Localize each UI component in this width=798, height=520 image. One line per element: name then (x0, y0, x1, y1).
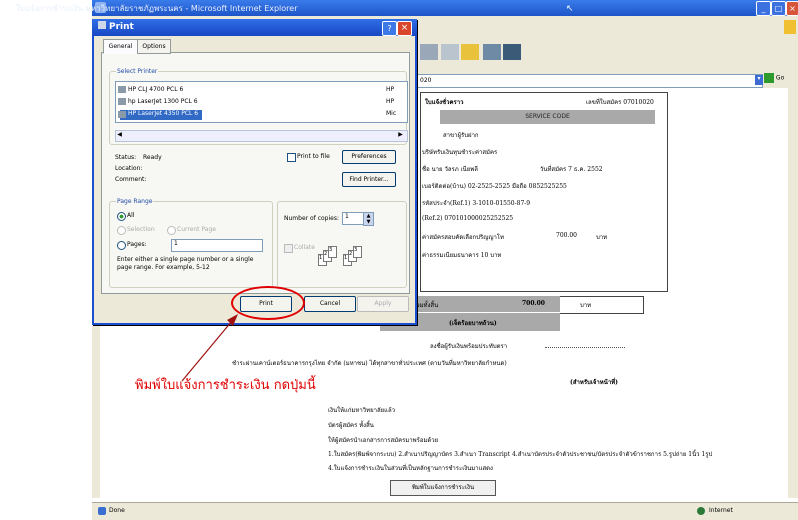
mouse-cursor-icon: ↖ (566, 4, 574, 14)
date-line: วันที่สมัคร 7 ธ.ค. 2552 (540, 166, 603, 173)
printer-item-right[interactable]: Mic (386, 110, 396, 117)
note-1: เงินให้แก่มหาวิทยาลัยแล้ว (328, 407, 396, 414)
page-range-label: Page Range (116, 198, 154, 205)
collate-checkbox[interactable] (284, 244, 293, 253)
invoice-heading: ใบแจ้งชั่วคราว (425, 99, 464, 106)
printer-item-right[interactable]: HP (386, 86, 394, 93)
range-all-label: All (127, 212, 135, 219)
select-printer-label: Select Printer (116, 68, 159, 75)
total-unit: บาท (580, 302, 592, 309)
printer-icon (118, 111, 126, 118)
fee-unit: บาท (596, 234, 608, 241)
messenger-icon[interactable] (503, 44, 521, 60)
company-line: บริษัทรับเงินทุนชำระค่าสมัคร (422, 149, 498, 156)
printer-icon (98, 21, 106, 29)
status-value: Ready (143, 154, 162, 161)
dialog-close-icon[interactable]: × (397, 21, 412, 36)
cancel-button[interactable]: Cancel (304, 296, 356, 312)
dialog-title: Print (98, 21, 134, 32)
bank-fee-line: ค่าธรรมเนียมธนาคาร 10 บาท (422, 252, 502, 259)
branch-label: สาขาผู้รับฝาก (443, 132, 479, 139)
note-3: ให้ผู้สมัครนำเอกสารการสมัครมาพร้อมด้วย (328, 437, 439, 444)
collate-pages-icon: 1 2 3 1 2 3 (318, 246, 362, 270)
range-pages-label: Pages: (127, 241, 147, 248)
note-5: 4.ใบแจ้งการชำระเงินในส่วนที่เป็นหลักฐานก… (328, 465, 493, 472)
total-amount: 700.00 (522, 300, 545, 307)
preferences-button[interactable]: Preferences (342, 150, 396, 164)
copies-label: Number of copies: (284, 215, 339, 222)
printer-icon (118, 98, 126, 105)
tab-general[interactable]: General (103, 39, 138, 54)
printer-item-right[interactable]: HP (386, 98, 394, 105)
service-code-header: SERVICE CODE (440, 110, 655, 124)
folder-icon[interactable] (461, 44, 479, 60)
location-label: Location: (115, 165, 143, 172)
close-icon[interactable]: × (786, 1, 798, 16)
range-current-radio[interactable] (167, 226, 176, 235)
printer-item[interactable]: HP CLJ 4700 PCL 6 (128, 86, 183, 93)
go-button[interactable]: Go (764, 73, 794, 87)
print-to-file-label: Print to file (297, 153, 330, 160)
received-by: ลงชื่อผู้รับเงินพร้อมประทับตรา (430, 343, 508, 350)
windows-logo-icon (784, 20, 796, 34)
range-current-label: Current Page (177, 226, 216, 233)
amount-words: (เจ็ดร้อยบาทถ้วน) (449, 320, 497, 327)
copies-spinner[interactable]: ▲ ▼ (363, 212, 374, 226)
annotation-text: พิมพ์ใบแจ้งการชำระเงิน กดปุ่มนี้ (135, 378, 316, 393)
status-bar (92, 502, 798, 520)
address-field[interactable]: 020 (416, 74, 763, 88)
print-invoice-button[interactable]: พิมพ์ใบแจ้งการชำระเงิน (390, 480, 496, 496)
scroll-right-icon[interactable]: ▶ (396, 131, 405, 139)
signature-line (545, 347, 625, 348)
help-icon[interactable]: ? (382, 21, 397, 36)
tab-options[interactable]: Options (137, 39, 171, 54)
range-all-radio[interactable] (117, 212, 126, 221)
go-arrow-icon (764, 73, 774, 83)
page-icon (98, 507, 106, 515)
ref1-line: รหัสประจำ(Ref.1) 3-1010-01550-87-9 (422, 200, 531, 207)
status-text: Done (109, 507, 125, 514)
scroll-left-icon[interactable]: ◀ (115, 131, 124, 139)
fee-line: ค่าสมัครสอบคัดเลือกปริญญาโท (422, 234, 504, 241)
note-4: 1.ใบสมัคร(พิมพ์จากระบบ) 2.สำเนาปริญญาบัต… (328, 451, 713, 458)
print-to-file-checkbox[interactable] (287, 153, 296, 162)
range-pages-radio[interactable] (117, 241, 126, 250)
address-dropdown-icon[interactable]: ▾ (755, 75, 763, 85)
annotation-arrow (181, 314, 238, 382)
printer-list-scrollbar[interactable] (115, 130, 408, 142)
printer-item[interactable]: hp LaserJet 1300 PCL 6 (128, 98, 198, 105)
research-icon[interactable] (483, 44, 501, 60)
phone-line: เบอร์ติดต่อ(บ้าน) 02-2525-2525 มือถือ 08… (422, 183, 567, 190)
range-help-text: Enter either a single page number or a s… (117, 256, 254, 271)
collate-label: Collate (294, 244, 315, 251)
fee-amount: 700.00 (556, 232, 577, 239)
apply-button[interactable]: Apply (357, 296, 409, 312)
copies-input[interactable]: 1 (342, 212, 364, 225)
pages-input[interactable]: 1 (171, 239, 263, 252)
print-icon[interactable] (420, 44, 438, 60)
bank-note: ชำระผ่านเคาน์เตอร์ธนาคารกรุงไทย จำกัด (ม… (232, 360, 507, 367)
status-label: Status: (115, 154, 137, 161)
doc-number: เลขที่ใบสมัคร 07010020 (586, 99, 654, 106)
globe-icon (697, 507, 705, 515)
dialog-titlebar (92, 19, 417, 36)
ref2-line: (Ref.2) 070101000025252525 (422, 215, 514, 222)
edit-icon[interactable] (441, 44, 459, 60)
range-selection-radio[interactable] (117, 226, 126, 235)
range-selection-label: Selection (127, 226, 155, 233)
printer-icon (118, 86, 126, 93)
minimize-icon[interactable]: _ (756, 1, 771, 16)
officer-label: (สำหรับเจ้าหน้าที่) (570, 379, 619, 386)
find-printer-button[interactable]: Find Printer... (342, 172, 396, 187)
zone-text: Internet (709, 507, 733, 514)
printer-item-label: HP LaserJet 4350 PCL 6 (128, 110, 199, 117)
maximize-icon[interactable]: □ (771, 1, 786, 16)
note-2: บัตรผู้สมัคร ทั้งสิ้น (328, 422, 374, 429)
comment-label: Comment: (115, 176, 147, 183)
browser-title: ใบแจ้งการชำระเงิน มหาวิทยาลัยราชภัฏพระนค… (16, 4, 298, 13)
name-line: ชื่อ นาย วัลรภ เนียพลี (422, 166, 478, 173)
vertical-scrollbar[interactable] (788, 88, 798, 498)
